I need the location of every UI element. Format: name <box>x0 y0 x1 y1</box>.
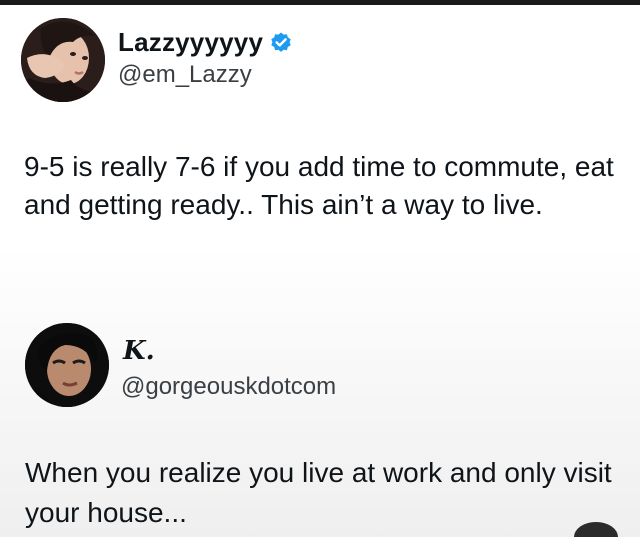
avatar-photo <box>25 323 109 407</box>
author-handle[interactable]: @em_Lazzy <box>118 61 252 89</box>
tweet-text: When you realize you live at work and on… <box>25 457 612 528</box>
verified-badge-icon <box>269 31 293 55</box>
author-display-name[interactable]: Lazzyyyyyy <box>118 27 263 58</box>
author-name-row: Lazzyyyyyy <box>118 27 293 58</box>
avatar[interactable] <box>25 323 109 407</box>
tweet-text: 9-5 is really 7-6 if you add time to com… <box>24 151 614 220</box>
screenshot-page: Lazzyyyyyy @em_Lazzy 9-5 is really 7-6 i… <box>0 5 640 537</box>
author-handle[interactable]: @gorgeouskdotcom <box>121 373 336 401</box>
avatar-photo <box>21 18 105 102</box>
tweet-original[interactable]: Lazzyyyyyy @em_Lazzy 9-5 is really 7-6 i… <box>0 5 640 305</box>
avatar[interactable] <box>21 18 105 102</box>
author-display-name[interactable]: K. <box>123 336 155 366</box>
